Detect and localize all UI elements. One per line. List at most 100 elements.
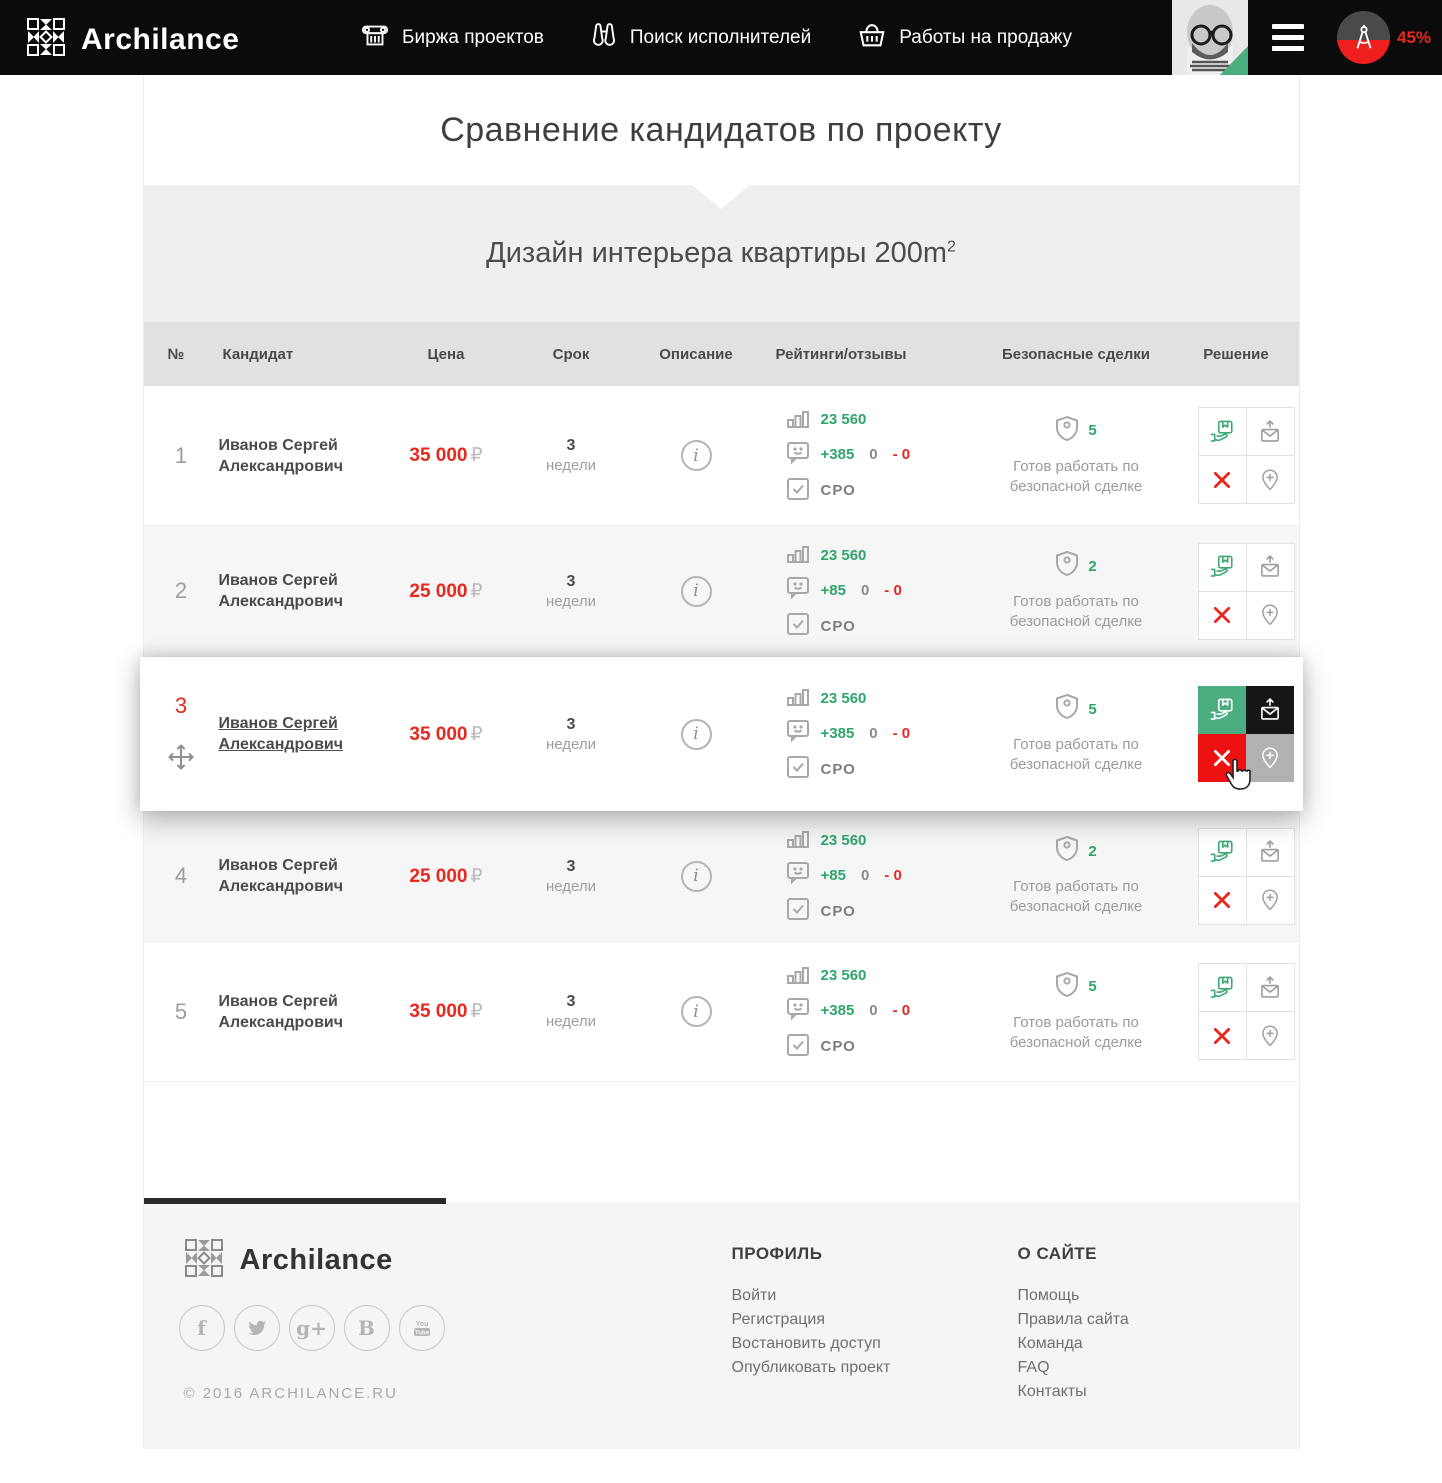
- footer-column-about: О САЙТЕ Помощь Правила сайта Команда FAQ…: [1018, 1244, 1129, 1404]
- add-location-button[interactable]: [1247, 592, 1294, 639]
- brand-name: Archilance: [81, 23, 239, 57]
- column-icon: [360, 19, 390, 57]
- move-handle-icon[interactable]: [167, 743, 195, 776]
- copyright: © 2016 ARCHILANCE.RU: [184, 1385, 398, 1402]
- term-cell: 3 недели: [514, 716, 629, 753]
- nav-label: Биржа проектов: [402, 27, 544, 49]
- facebook-icon[interactable]: f: [179, 1305, 225, 1351]
- nav-item-works-for-sale[interactable]: Работы на продажу: [857, 19, 1072, 57]
- info-icon[interactable]: i: [681, 996, 712, 1027]
- price-cell: 35 000₽: [379, 1000, 514, 1023]
- rating-value: 23 560: [821, 690, 867, 707]
- info-icon[interactable]: i: [681, 576, 712, 607]
- candidate-name[interactable]: Иванов Сергей Александрович: [219, 991, 369, 1033]
- nav-item-search-performers[interactable]: Поиск исполнителей: [590, 19, 811, 57]
- footer-link-login[interactable]: Войти: [732, 1284, 891, 1308]
- info-icon[interactable]: i: [681, 440, 712, 471]
- footer-brand-name: Archilance: [240, 1244, 393, 1277]
- hire-button[interactable]: [1198, 686, 1246, 734]
- candidate-name[interactable]: Иванов Сергей Александрович: [219, 713, 369, 755]
- binoculars-icon: [590, 19, 618, 57]
- row-number-cell: 3: [144, 693, 219, 776]
- footer-link-publish-project[interactable]: Опубликовать проект: [732, 1356, 891, 1380]
- candidate-name[interactable]: Иванов Сергей Александрович: [219, 435, 369, 477]
- nav-label: Поиск исполнителей: [630, 27, 811, 49]
- footer-accent-bar: [144, 1198, 446, 1204]
- reject-button[interactable]: [1199, 1012, 1246, 1059]
- row-number-cell: 2: [144, 578, 219, 604]
- footer-link-register[interactable]: Регистрация: [732, 1308, 891, 1332]
- bar-chart-icon: [786, 407, 810, 433]
- col-description: Описание: [629, 346, 764, 363]
- reject-button[interactable]: [1199, 456, 1246, 503]
- google-plus-icon[interactable]: g+: [289, 1305, 335, 1351]
- content-column: Сравнение кандидатов по проекту Дизайн и…: [143, 75, 1300, 1449]
- bar-chart-icon: [786, 542, 810, 568]
- hire-button[interactable]: [1199, 408, 1246, 455]
- footer-brand[interactable]: Archilance: [184, 1238, 393, 1283]
- footer: Archilance f g+ В You Tube © 2016 ARCHIL…: [144, 1202, 1299, 1449]
- safe-deals-cell: 5 Готов работать по безопасной сделке: [979, 693, 1174, 775]
- ratings-cell: 23 560 +385 0 - 0: [764, 685, 979, 783]
- user-avatar[interactable]: [1172, 0, 1248, 75]
- safe-deals-text: Готов работать по безопасной сделке: [991, 1013, 1161, 1053]
- reviews-negative: - 0: [893, 446, 911, 463]
- footer-link-help[interactable]: Помощь: [1018, 1284, 1129, 1308]
- col-safe-deals: Безопасные сделки: [979, 346, 1174, 363]
- hire-button[interactable]: [1199, 964, 1246, 1011]
- decision-buttons: [1198, 963, 1295, 1060]
- twitter-icon[interactable]: [234, 1305, 280, 1351]
- nav-item-projects[interactable]: Биржа проектов: [360, 19, 544, 57]
- reject-button[interactable]: [1199, 592, 1246, 639]
- info-icon[interactable]: i: [681, 719, 712, 750]
- reviews-negative: - 0: [884, 582, 902, 599]
- reject-button[interactable]: [1199, 877, 1246, 924]
- menu-icon[interactable]: [1272, 24, 1304, 51]
- candidates-table: 1 Иванов Сергей Александрович 35 000₽ 3 …: [144, 386, 1299, 1082]
- rating-value: 23 560: [821, 832, 867, 849]
- decision-buttons: [1198, 686, 1294, 782]
- add-location-button[interactable]: [1247, 1012, 1294, 1059]
- ratings-cell: 23 560 +85 0 - 0: [764, 827, 979, 925]
- hire-button[interactable]: [1199, 829, 1246, 876]
- row-number: 2: [175, 578, 187, 604]
- add-location-button[interactable]: [1246, 734, 1294, 782]
- footer-link-restore-access[interactable]: Востановить доступ: [732, 1332, 891, 1356]
- info-icon[interactable]: i: [681, 861, 712, 892]
- reviews-neutral: 0: [869, 446, 877, 463]
- brand[interactable]: Archilance: [26, 17, 239, 62]
- footer-link-faq[interactable]: FAQ: [1018, 1356, 1129, 1380]
- candidate-row: 4 Иванов Сергей Александрович 25 000₽ 3 …: [144, 811, 1299, 942]
- col-ratings: Рейтинги/отзывы: [764, 346, 979, 363]
- price-cell: 35 000₽: [379, 444, 514, 467]
- col-number: №: [144, 346, 219, 363]
- profile-completion[interactable]: 45%: [1337, 11, 1431, 64]
- send-message-button[interactable]: [1247, 829, 1294, 876]
- sro-badge: СРО: [821, 761, 856, 778]
- hire-button[interactable]: [1199, 544, 1246, 591]
- reviews-positive: +385: [821, 446, 855, 463]
- send-message-button[interactable]: [1247, 408, 1294, 455]
- send-message-button[interactable]: [1246, 686, 1294, 734]
- send-message-button[interactable]: [1247, 544, 1294, 591]
- candidate-name[interactable]: Иванов Сергей Александрович: [219, 855, 369, 897]
- decision-buttons: [1198, 543, 1295, 640]
- term-cell: 3 недели: [514, 993, 629, 1030]
- vk-icon[interactable]: В: [344, 1305, 390, 1351]
- basket-icon: [857, 19, 887, 57]
- add-location-button[interactable]: [1247, 877, 1294, 924]
- youtube-icon[interactable]: You Tube: [399, 1305, 445, 1351]
- send-message-button[interactable]: [1247, 964, 1294, 1011]
- footer-link-rules[interactable]: Правила сайта: [1018, 1308, 1129, 1332]
- decision-cell: [1174, 828, 1299, 925]
- shield-icon: [1055, 835, 1079, 868]
- footer-link-team[interactable]: Команда: [1018, 1332, 1129, 1356]
- ruble-sign: ₽: [471, 445, 483, 466]
- footer-column-title: О САЙТЕ: [1018, 1244, 1129, 1264]
- add-location-button[interactable]: [1247, 456, 1294, 503]
- price-cell: 25 000₽: [379, 865, 514, 888]
- row-number: 1: [175, 443, 187, 469]
- candidate-name[interactable]: Иванов Сергей Александрович: [219, 570, 369, 612]
- safe-deals-count: 2: [1088, 842, 1096, 862]
- footer-link-contacts[interactable]: Контакты: [1018, 1380, 1129, 1404]
